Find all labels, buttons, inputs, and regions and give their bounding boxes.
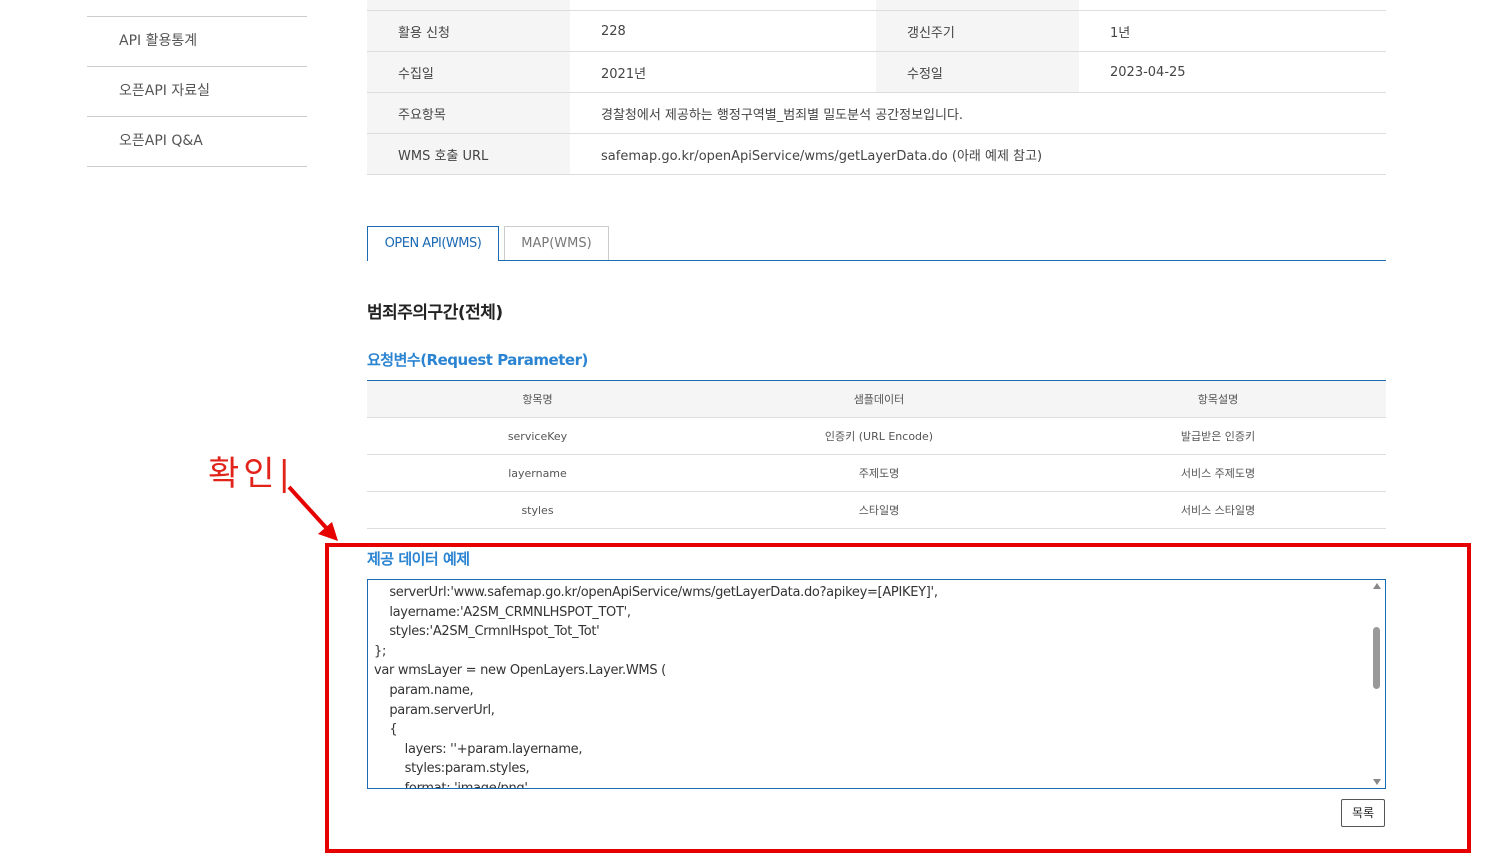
info-label: 갱신주기 <box>876 10 1079 52</box>
info-row: 주요항목 경찰청에서 제공하는 행정구역별_범죄별 밀도분석 공간정보입니다. <box>367 92 1386 134</box>
table-cell: serviceKey <box>367 417 708 455</box>
scroll-down-icon[interactable] <box>1373 779 1381 785</box>
info-label: WMS 호출 URL <box>367 133 570 175</box>
code-line: param.name, <box>374 682 474 698</box>
table-cell: styles <box>367 491 708 529</box>
table-cell: 주제도명 <box>708 454 1050 492</box>
sidebar-menu: API 활용통계 오픈API 자료실 오픈API Q&A <box>87 16 307 167</box>
tab-bar: OPEN API(WMS) MAP(WMS) <box>367 226 1386 261</box>
list-button[interactable]: 목록 <box>1341 799 1385 827</box>
column-header: 항목명 <box>367 380 708 418</box>
table-cell: 서비스 스타일명 <box>1050 491 1386 529</box>
code-line: var wmsLayer = new OpenLayers.Layer.WMS … <box>374 663 666 679</box>
info-row: 수집일 2021년 수정일 2023-04-25 <box>367 51 1386 93</box>
scroll-up-icon[interactable] <box>1373 583 1381 589</box>
code-line: format: 'image/png', <box>374 780 532 789</box>
info-value: safemap.go.kr/openApiService/wms/getLaye… <box>570 133 1386 175</box>
table-row: layername 주제도명 서비스 주제도명 <box>367 454 1386 492</box>
code-line: }; <box>374 643 387 659</box>
code-line: styles:param.styles, <box>374 761 530 777</box>
table-row: serviceKey 인증키 (URL Encode) 발급받은 인증키 <box>367 417 1386 455</box>
info-value: 2023-04-25 <box>1079 51 1386 93</box>
info-label: 수집일 <box>367 51 570 93</box>
info-label: 활용 신청 <box>367 10 570 52</box>
info-value: 1년 <box>1079 10 1386 52</box>
tab-map-wms[interactable]: MAP(WMS) <box>504 226 609 260</box>
info-value: 2021년 <box>570 51 876 93</box>
code-line: styles:'A2SM_CrmnlHspot_Tot_Tot' <box>374 624 600 640</box>
sidebar-item-api-library[interactable]: 오픈API 자료실 <box>87 67 307 117</box>
sidebar-item-api-stats[interactable]: API 활용통계 <box>87 17 307 67</box>
example-code-textarea[interactable]: serverUrl:'www.safemap.go.kr/openApiServ… <box>367 579 1386 789</box>
code-line: { <box>374 722 398 738</box>
table-cell: 인증키 (URL Encode) <box>708 417 1050 455</box>
example-title: 제공 데이터 예제 <box>367 550 470 568</box>
table-cell: 발급받은 인증키 <box>1050 417 1386 455</box>
table-cell: 스타일명 <box>708 491 1050 529</box>
code-lines: serverUrl:'www.safemap.go.kr/openApiServ… <box>374 583 938 789</box>
request-parameter-table: 항목명 샘플데이터 항목설명 serviceKey 인증키 (URL Encod… <box>367 380 1386 529</box>
code-line: layers: ''+param.layername, <box>374 741 583 757</box>
request-parameter-title: 요청변수(Request Parameter) <box>367 351 588 369</box>
code-line: param.serverUrl, <box>374 702 495 718</box>
section-title: 범죄주의구간(전체) <box>367 303 503 323</box>
info-value: 228 <box>570 10 876 52</box>
table-row: styles 스타일명 서비스 스타일명 <box>367 491 1386 529</box>
scrollbar-thumb[interactable] <box>1373 627 1380 689</box>
info-label: 주요항목 <box>367 92 570 134</box>
code-line: layername:'A2SM_CRMNLHSPOT_TOT', <box>374 604 631 620</box>
annotation-arrow-icon <box>287 485 338 541</box>
table-cell: layername <box>367 454 708 492</box>
info-value: 경찰청에서 제공하는 행정구역별_범죄별 밀도분석 공간정보입니다. <box>570 92 1386 134</box>
dataset-info-table: 활용 신청 228 갱신주기 1년 수집일 2021년 수정일 2023-04-… <box>367 0 1386 175</box>
table-cell: 서비스 주제도명 <box>1050 454 1386 492</box>
sidebar-item-api-qna[interactable]: 오픈API Q&A <box>87 117 307 167</box>
tab-open-api-wms[interactable]: OPEN API(WMS) <box>367 226 499 261</box>
info-row: WMS 호출 URL safemap.go.kr/openApiService/… <box>367 133 1386 175</box>
info-row: 활용 신청 228 갱신주기 1년 <box>367 10 1386 52</box>
annotation-label: 확인| <box>208 454 295 494</box>
column-header: 항목설명 <box>1050 380 1386 418</box>
vertical-scrollbar[interactable] <box>1370 581 1384 787</box>
column-header: 샘플데이터 <box>708 380 1050 418</box>
code-line: serverUrl:'www.safemap.go.kr/openApiServ… <box>374 585 938 600</box>
info-label: 수정일 <box>876 51 1079 93</box>
